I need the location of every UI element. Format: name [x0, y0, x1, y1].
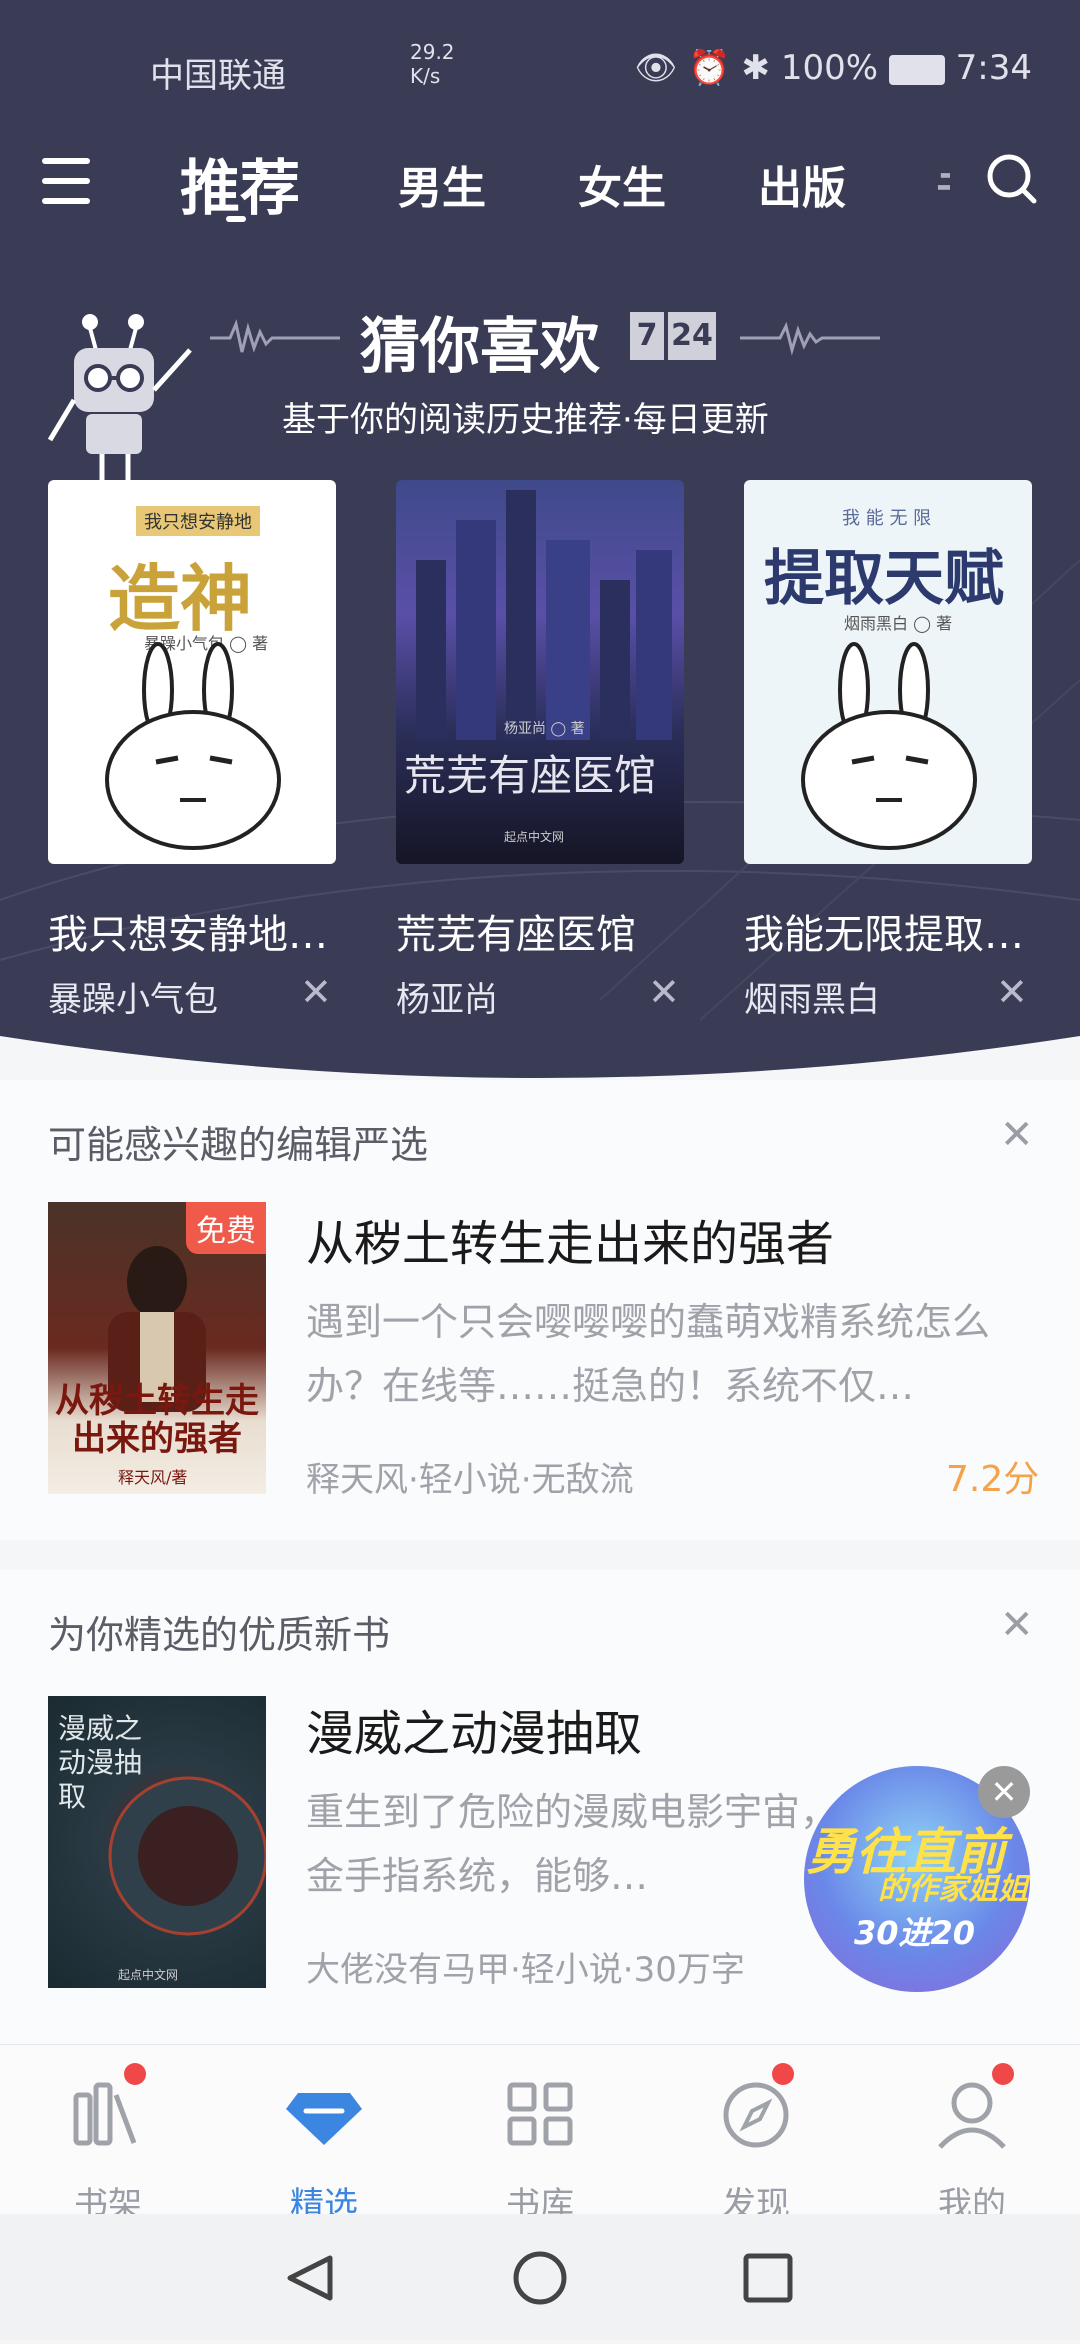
ad-line2: 的作家姐姐 — [878, 1872, 1028, 1907]
recents-icon[interactable] — [743, 2253, 793, 2303]
wave-right-icon — [740, 321, 880, 356]
time: 7:34 — [955, 48, 1032, 88]
battery-percent: 100% — [780, 48, 879, 88]
eye-icon: 👁 — [634, 48, 678, 88]
cover-title: 从秽土转生走出来的强者 — [55, 1381, 259, 1459]
notification-dot — [772, 2063, 794, 2085]
section-title: 为你精选的优质新书 — [48, 1613, 391, 1657]
book-title-1[interactable]: 我只想安静地… — [48, 902, 348, 960]
wave-left-icon — [210, 319, 340, 353]
speed-unit: K/s — [410, 64, 441, 88]
tab-male[interactable]: 男生 — [398, 152, 486, 216]
notification-dot — [992, 2063, 1014, 2085]
status-right: 👁 ⏰ ✱ 100% 7:34 — [634, 48, 1032, 88]
cover-title: 提取天赋 — [764, 544, 1004, 614]
close-icon[interactable]: ✕ — [978, 1766, 1030, 1818]
nav-library[interactable]: 书库 — [460, 2073, 620, 2225]
back-icon[interactable] — [287, 2255, 333, 2301]
system-nav-bar — [0, 2214, 1080, 2340]
alarm-icon: ⏰ — [688, 48, 731, 88]
tab-publish[interactable]: 出版 — [758, 152, 846, 216]
book-meta: 释天风·轻小说·无敌流 — [306, 1460, 634, 1500]
cover-author: 释天风/著 — [118, 1468, 188, 1487]
recommend-hero: 中国联通 29.2 K/s 👁 ⏰ ✱ 100% 7:34 推荐 男生 女生 出… — [0, 0, 1080, 1080]
close-icon[interactable]: ✕ — [1000, 1602, 1034, 1648]
book-title-2[interactable]: 荒芜有座医馆 — [396, 902, 696, 960]
cover-publisher: 起点中文网 — [118, 1968, 179, 1982]
grid-icon — [507, 2082, 573, 2146]
system-nav-buttons — [287, 2251, 793, 2305]
guess-subtitle: 基于你的阅读历史推荐·每日更新 — [282, 400, 769, 440]
battery-icon — [888, 54, 945, 85]
nav-discover[interactable]: 发现 — [676, 2063, 836, 2225]
book-cover-1[interactable]: 我只想安静地 造神 暴躁小气包 ◯ 著 — [48, 480, 336, 864]
city-skyline-icon — [416, 490, 672, 740]
book-author-2: 杨亚尚 — [396, 980, 498, 1020]
speed-value: 29.2 — [410, 40, 455, 64]
cover-title: 漫威之动漫抽取 — [58, 1712, 143, 1813]
nav-bookshelf[interactable]: 书架 — [28, 2063, 188, 2225]
cover-publisher: 起点中文网 — [504, 830, 565, 844]
status-bar: 中国联通 29.2 K/s 👁 ⏰ ✱ 100% 7:34 — [0, 40, 1080, 100]
book-title[interactable]: 从秽土转生走出来的强者 — [306, 1204, 834, 1274]
ad-line3: 30进20 — [854, 1914, 976, 1952]
diamond-icon — [286, 2093, 362, 2145]
notification-dot — [124, 2063, 146, 2085]
rabbit-icon — [105, 642, 281, 850]
home-icon[interactable] — [513, 2251, 567, 2305]
bluetooth-icon: ✱ — [741, 48, 771, 88]
date-day: 24 — [668, 312, 716, 360]
cover-tag: 我 能 无 限 — [842, 508, 932, 529]
nav-profile[interactable]: 我的 — [892, 2063, 1052, 2225]
cover-title: 荒芜有座医馆 — [404, 751, 657, 800]
cover-author: 烟雨黑白 ◯ 著 — [844, 614, 953, 633]
close-icon[interactable]: ✕ — [996, 970, 1028, 1014]
book-meta: 大佬没有马甲·轻小说·30万字 — [306, 1950, 745, 1990]
date-month: 7 — [630, 312, 664, 360]
free-badge: 免费 — [186, 1202, 266, 1254]
book-title[interactable]: 漫威之动漫抽取 — [306, 1694, 642, 1764]
top-nav: 推荐 男生 女生 出版 书 — [0, 140, 1080, 230]
compass-icon — [723, 2082, 789, 2148]
close-icon[interactable]: ✕ — [300, 970, 332, 1014]
network-speed: 29.2 K/s — [410, 40, 455, 88]
floating-ad[interactable]: 勇往直前 的作家姐姐 30进20 ✕ — [800, 1766, 1040, 2006]
nav-featured[interactable]: 精选 — [244, 2073, 404, 2225]
close-icon[interactable]: ✕ — [648, 970, 680, 1014]
section-title: 可能感兴趣的编辑严选 — [48, 1123, 429, 1167]
tab-more[interactable]: 书 — [936, 152, 950, 216]
tab-female[interactable]: 女生 — [578, 152, 666, 216]
bookshelf-icon — [73, 2082, 137, 2146]
book-author-3: 烟雨黑白 — [744, 980, 880, 1020]
book-description: 遇到一个只会嘤嘤嘤的蠢萌戏精系统怎么办？在线等……挺急的！系统不仅… — [306, 1300, 991, 1408]
book-score: 7.2分 — [946, 1459, 1040, 1500]
carrier-label: 中国联通 — [150, 56, 286, 96]
guess-you-like-title: 猜你喜欢 — [360, 312, 600, 382]
menu-icon[interactable] — [42, 158, 90, 206]
cover-author: 杨亚尚 ◯ 著 — [504, 721, 585, 737]
book-cover-3[interactable]: 我 能 无 限 提取天赋 烟雨黑白 ◯ 著 — [744, 480, 1032, 864]
editor-pick-section: 可能感兴趣的编辑严选 ✕ 免费 从秽土转生走出来的强者 释天风/著 从秽土转生走… — [0, 1080, 1080, 1540]
book-cover[interactable]: 漫威之动漫抽取 起点中文网 — [48, 1696, 266, 1988]
book-author-1: 暴躁小气包 — [48, 980, 218, 1020]
rabbit-icon — [801, 642, 977, 850]
user-icon — [938, 2082, 1006, 2149]
search-icon[interactable] — [985, 152, 1037, 204]
tab-indicator — [226, 216, 246, 222]
cover-tag: 我只想安静地 — [136, 506, 260, 536]
bottom-nav: 书架 精选 书库 发现 我的 — [0, 2044, 1080, 2225]
book-title-3[interactable]: 我能无限提取… — [744, 902, 1044, 960]
book-cover-2[interactable]: 杨亚尚 ◯ 著 荒芜有座医馆 起点中文网 — [396, 480, 684, 864]
tab-recommend[interactable]: 推荐 — [180, 140, 300, 227]
book-cover[interactable]: 免费 从秽土转生走出来的强者 释天风/著 — [48, 1202, 266, 1494]
close-icon[interactable]: ✕ — [1000, 1112, 1034, 1158]
